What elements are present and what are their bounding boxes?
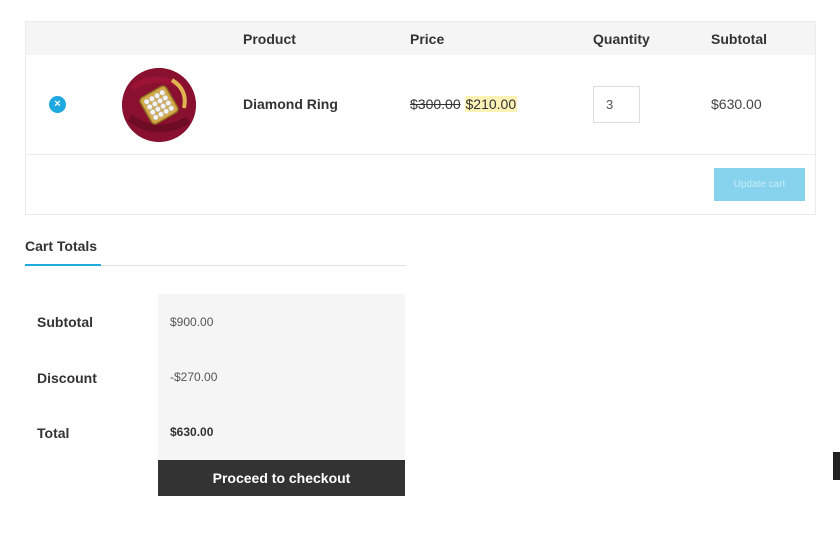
proceed-to-checkout-button[interactable]: Proceed to checkout	[158, 460, 405, 496]
column-header-subtotal: Subtotal	[711, 31, 767, 47]
cart-table-header: Product Price Quantity Subtotal	[26, 22, 815, 55]
price-original: $300.00	[410, 96, 461, 112]
column-header-product: Product	[243, 31, 296, 47]
update-cart-button[interactable]: Update cart	[714, 168, 805, 201]
totals-discount-label: Discount	[37, 370, 97, 386]
price-sale: $210.00	[464, 96, 518, 112]
totals-total-value: $630.00	[170, 425, 214, 439]
quantity-input[interactable]	[593, 86, 640, 123]
scrollbar-edge	[833, 452, 840, 480]
product-price: $300.00 $210.00	[410, 96, 518, 112]
totals-subtotal-value: $900.00	[170, 315, 214, 329]
cart-totals-title: Cart Totals	[25, 238, 98, 254]
totals-discount-value: -$270.00	[170, 370, 218, 384]
row-subtotal: $630.00	[711, 96, 762, 112]
totals-title-underline	[25, 264, 101, 266]
totals-subtotal-label: Subtotal	[37, 314, 93, 330]
cart-table: Product Price Quantity Subtotal × Diamon…	[25, 21, 816, 215]
totals-total-label: Total	[37, 425, 70, 441]
column-header-price: Price	[410, 31, 445, 47]
cart-item-row: × Diamond Ring $300.00 $210.00 3 $630.00	[26, 55, 815, 155]
product-name-link[interactable]: Diamond Ring	[243, 96, 338, 112]
remove-item-icon[interactable]: ×	[49, 96, 66, 113]
column-header-quantity: Quantity	[593, 31, 650, 47]
diamond-ring-icon[interactable]	[122, 68, 196, 142]
